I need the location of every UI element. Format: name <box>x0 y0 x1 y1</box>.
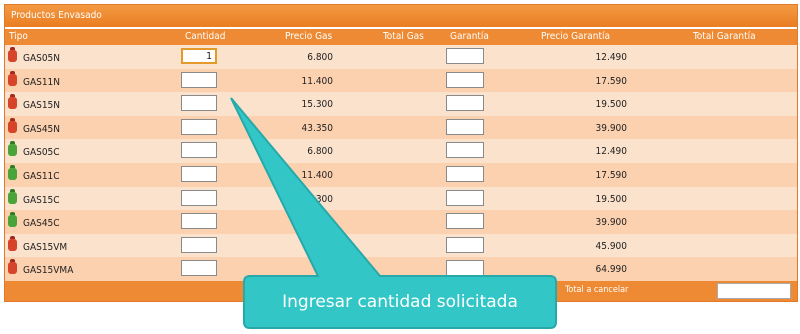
callout-text: Ingresar cantidad solicitada <box>282 292 518 312</box>
